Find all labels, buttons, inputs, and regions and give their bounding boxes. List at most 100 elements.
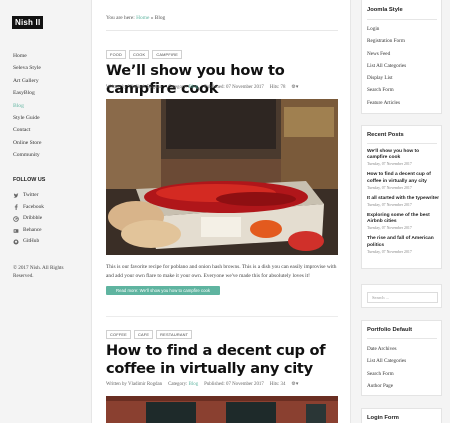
tag-restaurant[interactable]: RESTAURANT bbox=[156, 330, 193, 339]
article-meta: Written by Vladimir Rogdan Category: Blo… bbox=[106, 84, 298, 90]
svg-text:B: B bbox=[14, 229, 16, 233]
facebook-icon bbox=[14, 204, 18, 211]
menu-item-contact[interactable]: Contact bbox=[13, 124, 41, 136]
recent-post-title[interactable]: We'll show you how to campfire cook bbox=[367, 149, 439, 161]
article-author: Written by Vladimir Rogdan bbox=[106, 381, 163, 387]
portfolio-list: Date Archives List All Categories Search… bbox=[367, 343, 406, 392]
gear-icon[interactable]: ⚙▾ bbox=[291, 84, 298, 90]
article-title[interactable]: How to find a decent cup of coffee in vi… bbox=[106, 342, 338, 378]
search-widget: Search ... bbox=[361, 284, 442, 308]
article-tags: FOOD COOK CAMPFIRE bbox=[106, 50, 183, 59]
site-logo[interactable]: Nish II bbox=[12, 16, 44, 29]
article-meta: Written by Vladimir Rogdan Category: Blo… bbox=[106, 381, 298, 387]
tag-coffee[interactable]: COFFEE bbox=[106, 330, 131, 339]
recent-post: Exploring some of the best Airbnb cities… bbox=[367, 213, 439, 230]
recent-posts-list: We'll show you how to campfire cook Tues… bbox=[367, 149, 439, 260]
category-prefix: Category: bbox=[168, 84, 188, 90]
social-link-dribbble[interactable]: Dribbble bbox=[13, 213, 44, 225]
right-sidebar: Joomla Style Login Registration Form New… bbox=[350, 0, 450, 423]
widget-divider bbox=[367, 143, 437, 144]
list-item[interactable]: News Feed bbox=[367, 48, 406, 60]
social-label-dribbble: Dribbble bbox=[23, 215, 43, 222]
widget-divider bbox=[367, 338, 437, 339]
list-item[interactable]: Author Page bbox=[367, 380, 406, 392]
joomla-style-list: Login Registration Form News Feed List A… bbox=[367, 23, 406, 109]
tag-campfire[interactable]: CAMPFIRE bbox=[152, 50, 183, 59]
recent-post-title[interactable]: Exploring some of the best Airbnb cities bbox=[367, 213, 439, 225]
social-link-behance[interactable]: B Behance bbox=[13, 225, 44, 237]
article-image-peppers bbox=[106, 99, 338, 255]
recent-post-title[interactable]: How to find a decent cup of coffee in vi… bbox=[367, 172, 439, 184]
menu-item-online-store[interactable]: Online Store bbox=[13, 137, 41, 149]
list-item[interactable]: Search Form bbox=[367, 84, 406, 96]
breadcrumb-prefix: You are here: bbox=[106, 15, 135, 21]
widget-title: Login Form bbox=[367, 415, 399, 421]
recent-post-date: Tuesday, 07 November 2017 bbox=[367, 203, 412, 208]
article-category: Category: Blog bbox=[168, 85, 198, 90]
category-link[interactable]: Blog bbox=[189, 85, 199, 90]
article-excerpt: This is our favorite recipe for poblano … bbox=[106, 264, 337, 279]
list-item[interactable]: List All Categories bbox=[367, 60, 406, 72]
list-item[interactable]: Registration Form bbox=[367, 35, 406, 47]
social-link-twitter[interactable]: Twitter bbox=[13, 190, 44, 202]
copyright-text: © 2017 Nish. All Rights Reserved. bbox=[13, 265, 64, 279]
article-divider bbox=[106, 316, 338, 317]
tag-cook[interactable]: COOK bbox=[129, 50, 150, 59]
read-more-button[interactable]: Read more: We’ll show you how to campfir… bbox=[106, 286, 221, 295]
social-label-github: GitHub bbox=[23, 238, 40, 245]
search-input[interactable]: Search ... bbox=[367, 292, 438, 303]
main-menu: Home Seleva Style Art Gallery EasyBlog B… bbox=[13, 50, 41, 162]
list-item[interactable]: Search Form bbox=[367, 368, 406, 380]
social-link-github[interactable]: GitHub bbox=[13, 236, 44, 248]
menu-item-style-guide[interactable]: Style Guide bbox=[13, 112, 41, 124]
recent-post-date: Tuesday, 07 November 2017 bbox=[367, 249, 412, 254]
breadcrumb-divider bbox=[106, 30, 338, 31]
category-link[interactable]: Blog bbox=[189, 382, 199, 387]
recent-post-date: Tuesday, 07 November 2017 bbox=[367, 162, 412, 167]
recent-post-date: Tuesday, 07 November 2017 bbox=[367, 185, 412, 190]
list-item[interactable]: Date Archives bbox=[367, 343, 406, 355]
recent-post: It all started with the typewriter Tuesd… bbox=[367, 196, 439, 207]
article-published: Published: 07 November 2017 bbox=[204, 381, 264, 387]
tag-food[interactable]: FOOD bbox=[106, 50, 127, 59]
menu-item-art-gallery[interactable]: Art Gallery bbox=[13, 75, 41, 87]
gear-icon[interactable]: ⚙▾ bbox=[291, 381, 298, 387]
recent-posts-widget: Recent Posts We'll show you how to campf… bbox=[361, 125, 442, 269]
twitter-icon bbox=[13, 193, 19, 198]
dribbble-icon bbox=[13, 216, 19, 222]
social-links: Twitter Facebook Dribbble B Behance GitH… bbox=[13, 190, 44, 248]
menu-item-home[interactable]: Home bbox=[13, 50, 41, 62]
social-label-twitter: Twitter bbox=[23, 192, 39, 198]
recent-post: We'll show you how to campfire cook Tues… bbox=[367, 149, 439, 166]
social-link-facebook[interactable]: Facebook bbox=[13, 202, 44, 214]
breadcrumb: You are here: Home » Blog bbox=[106, 15, 165, 21]
list-item[interactable]: Login bbox=[367, 23, 406, 35]
menu-item-seleva-style[interactable]: Seleva Style bbox=[13, 62, 41, 74]
menu-item-blog[interactable]: Blog bbox=[13, 100, 41, 112]
recent-post: How to find a decent cup of coffee in vi… bbox=[367, 172, 439, 189]
list-item[interactable]: List All Categories bbox=[367, 355, 406, 367]
tag-cafe[interactable]: CAFE bbox=[133, 330, 154, 339]
widget-title: Joomla Style bbox=[367, 7, 403, 13]
recent-post-title[interactable]: The rise and fall of American politics bbox=[367, 236, 439, 248]
social-label-behance: Behance bbox=[23, 226, 42, 233]
menu-item-easyblog[interactable]: EasyBlog bbox=[13, 87, 41, 99]
github-icon bbox=[13, 239, 19, 245]
recent-post-title[interactable]: It all started with the typewriter bbox=[367, 196, 439, 202]
breadcrumb-home-link[interactable]: Home bbox=[136, 15, 149, 21]
recent-post: The rise and fall of American politics T… bbox=[367, 236, 439, 253]
article-title[interactable]: We’ll show you how to campfire cook bbox=[106, 62, 338, 98]
list-item[interactable]: Feature Articles bbox=[367, 97, 406, 109]
list-item[interactable]: Display List bbox=[367, 72, 406, 84]
article-hits: Hits: 34 bbox=[269, 381, 286, 387]
left-sidebar: Nish II Home Seleva Style Art Gallery Ea… bbox=[0, 0, 92, 423]
joomla-style-widget: Joomla Style Login Registration Form New… bbox=[361, 0, 442, 114]
category-prefix: Category: bbox=[168, 381, 188, 387]
widget-title: Recent Posts bbox=[367, 132, 404, 138]
behance-icon: B bbox=[13, 228, 19, 233]
social-label-facebook: Facebook bbox=[23, 203, 44, 210]
widget-title: Portfolio Default bbox=[367, 327, 413, 333]
menu-item-community[interactable]: Community bbox=[13, 149, 41, 161]
follow-us-heading: FOLLOW US bbox=[13, 177, 46, 183]
article-category: Category: Blog bbox=[168, 382, 198, 387]
